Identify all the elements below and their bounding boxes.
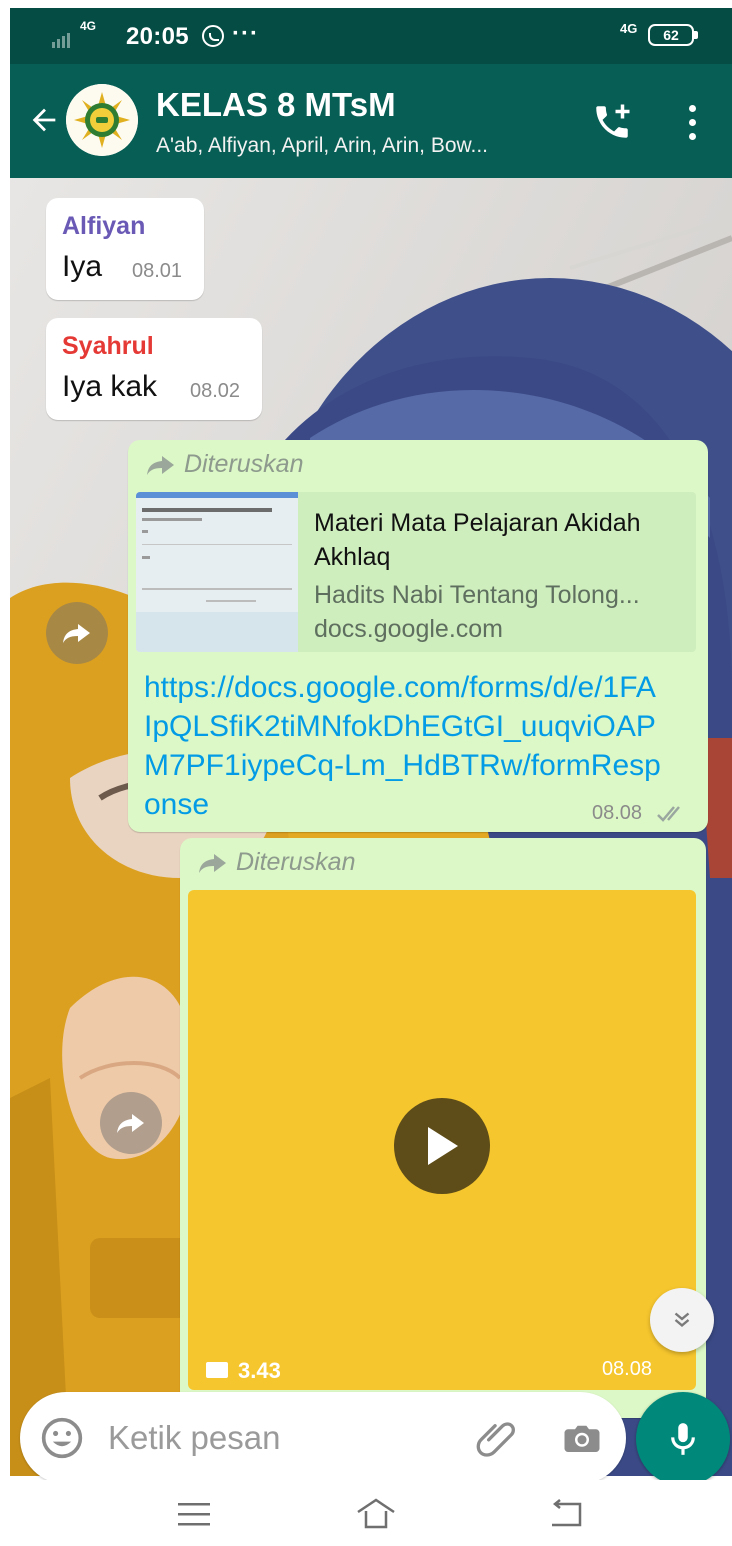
add-call-icon bbox=[596, 104, 630, 138]
message-text: Iya bbox=[62, 250, 103, 283]
voice-record-button[interactable] bbox=[636, 1392, 730, 1486]
link-title: Materi Mata Pelajaran Akidah Akhlaq bbox=[314, 509, 641, 571]
more-vertical-icon bbox=[688, 104, 696, 112]
incoming-message[interactable]: Alfiyan Iya 08.01 bbox=[46, 198, 204, 300]
status-bar: 4G 20:05 ··· 4G 62 bbox=[10, 8, 732, 64]
arrow-left-icon bbox=[32, 108, 56, 132]
data-indicator: 4G bbox=[620, 21, 638, 36]
incoming-message[interactable]: Syahrul Iya kak 08.02 bbox=[46, 318, 262, 420]
link-preview-card[interactable]: Materi Mata Pelajaran Akidah Akhlaq Hadi… bbox=[136, 492, 696, 652]
video-duration: 3.43 bbox=[238, 1358, 281, 1383]
more-options-button[interactable] bbox=[674, 94, 710, 150]
sender-name: Syahrul bbox=[62, 332, 154, 360]
system-navigation-bar bbox=[0, 1480, 732, 1546]
video-camera-icon bbox=[206, 1362, 228, 1378]
read-receipt-icon bbox=[657, 806, 680, 822]
back-nav-icon bbox=[552, 1499, 582, 1527]
network-type: 4G bbox=[80, 19, 97, 33]
document-thumbnail-icon bbox=[136, 492, 298, 652]
add-call-button[interactable] bbox=[584, 94, 640, 150]
message-input[interactable] bbox=[108, 1412, 448, 1464]
outgoing-video-message[interactable]: Diteruskan 3.43 08.08 bbox=[180, 838, 706, 1418]
share-arrow-icon bbox=[147, 455, 174, 475]
chat-participants[interactable]: A'ab, Alfiyan, April, Arin, Arin, Bow... bbox=[156, 134, 488, 158]
forwarded-text: Diteruskan bbox=[236, 848, 356, 876]
message-time: 08.08 bbox=[601, 1358, 652, 1380]
attach-button[interactable] bbox=[470, 1412, 522, 1464]
forward-shortcut-button[interactable] bbox=[46, 602, 108, 664]
message-link[interactable]: https://docs.google.com/forms/d/e/1FAIpQ… bbox=[144, 668, 664, 824]
recent-apps-button[interactable] bbox=[164, 1494, 224, 1534]
link-domain: docs.google.com bbox=[314, 615, 504, 643]
paperclip-icon bbox=[476, 1422, 515, 1457]
status-time: 20:05 bbox=[126, 23, 189, 50]
share-arrow-icon bbox=[63, 624, 90, 643]
play-icon bbox=[428, 1127, 458, 1165]
forwarded-label: Diteruskan bbox=[198, 848, 356, 877]
microphone-icon bbox=[671, 1423, 695, 1455]
menu-lines-icon bbox=[178, 1503, 210, 1526]
scroll-to-bottom-button[interactable] bbox=[650, 1288, 714, 1352]
whatsapp-screen: 4G 20:05 ··· 4G 62 KELAS 8 MTsM A'ab, Al… bbox=[10, 8, 732, 1546]
whatsapp-notification-icon bbox=[202, 25, 224, 47]
link-description: Hadits Nabi Tentang Tolong... bbox=[314, 581, 640, 609]
message-time: 08.01 bbox=[132, 260, 183, 282]
message-time: 08.02 bbox=[190, 380, 241, 402]
double-chevron-down-icon bbox=[674, 1312, 690, 1327]
play-button[interactable] bbox=[394, 1098, 490, 1194]
share-arrow-icon bbox=[199, 853, 226, 873]
outgoing-link-message[interactable]: Diteruskan Materi Mata Pelajaran Akidah … bbox=[128, 440, 708, 832]
group-avatar[interactable] bbox=[66, 84, 138, 156]
group-logo-icon bbox=[66, 84, 138, 156]
video-thumbnail[interactable]: 3.43 08.08 bbox=[188, 890, 696, 1390]
message-composer bbox=[20, 1392, 626, 1484]
chat-title[interactable]: KELAS 8 MTsM bbox=[156, 86, 396, 124]
chat-header: KELAS 8 MTsM A'ab, Alfiyan, April, Arin,… bbox=[10, 64, 732, 178]
link-thumbnail bbox=[136, 492, 298, 652]
back-navigation-button[interactable] bbox=[536, 1494, 596, 1534]
message-text: Iya kak bbox=[62, 370, 158, 403]
signal-icon bbox=[52, 26, 70, 48]
smiley-icon bbox=[41, 1417, 83, 1459]
forward-shortcut-button[interactable] bbox=[100, 1092, 162, 1154]
home-button[interactable] bbox=[346, 1494, 406, 1534]
share-arrow-icon bbox=[117, 1114, 144, 1133]
battery-indicator: 62 bbox=[648, 24, 698, 46]
forwarded-label: Diteruskan bbox=[146, 450, 304, 479]
forwarded-text: Diteruskan bbox=[184, 450, 304, 478]
more-notifications-indicator: ··· bbox=[232, 20, 259, 47]
camera-icon bbox=[564, 1425, 600, 1452]
home-icon bbox=[357, 1498, 395, 1529]
message-time: 08.08 bbox=[592, 802, 643, 824]
emoji-button[interactable] bbox=[40, 1416, 84, 1460]
camera-button[interactable] bbox=[556, 1412, 608, 1464]
back-button[interactable] bbox=[20, 92, 68, 148]
sender-name: Alfiyan bbox=[62, 212, 146, 240]
